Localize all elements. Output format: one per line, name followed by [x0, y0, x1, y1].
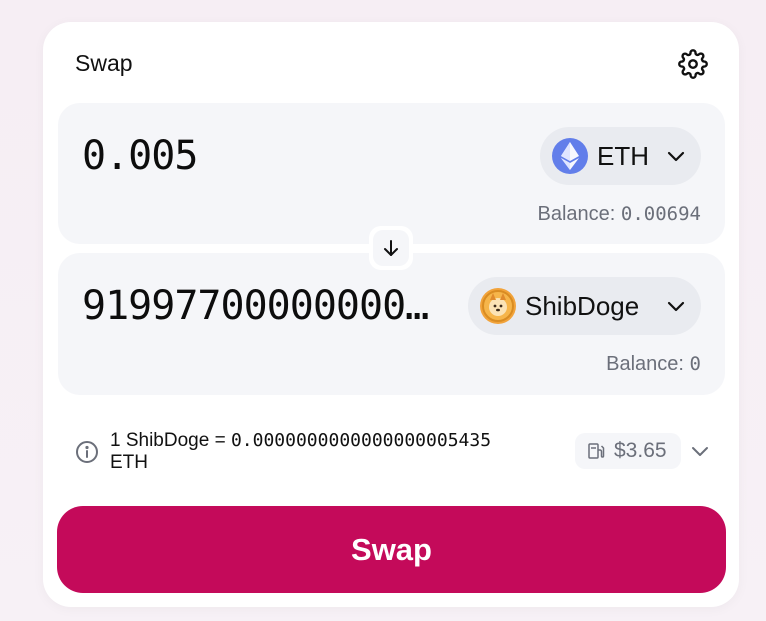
chevron-down-icon: [665, 295, 687, 317]
sell-token-selector[interactable]: ETH: [540, 127, 701, 185]
buy-balance-value: 0: [689, 353, 701, 375]
buy-token-selector[interactable]: ShibDoge: [468, 277, 701, 335]
sell-balance: Balance: 0.00694: [538, 203, 701, 226]
exchange-rate[interactable]: 1 ShibDoge = 0.0000000000000000005435 ET…: [110, 430, 565, 474]
sell-token-symbol: ETH: [597, 140, 649, 171]
gas-pump-icon: [588, 443, 605, 459]
swap-card: Swap 0.005 ETH Balance: 0.00694 91997700…: [43, 22, 739, 607]
switch-tokens-button[interactable]: [373, 230, 409, 266]
buy-panel: 9199770000000000000000000 ShibDoge Balan…: [58, 253, 725, 395]
gear-icon: [678, 49, 708, 79]
flip-container: [369, 226, 413, 270]
gas-value: $3.65: [614, 439, 667, 462]
rate-prefix: 1 ShibDoge =: [110, 430, 231, 451]
buy-amount-input[interactable]: 9199770000000000000000000: [82, 283, 442, 329]
rate-unit: ETH: [110, 452, 148, 473]
swap-button[interactable]: Swap: [57, 506, 726, 593]
chevron-down-icon: [665, 145, 687, 167]
sell-balance-value: 0.00694: [620, 203, 701, 225]
buy-balance-label: Balance:: [606, 353, 684, 375]
buy-balance: Balance: 0: [606, 353, 701, 376]
sell-amount-input[interactable]: 0.005: [82, 133, 198, 179]
chevron-down-icon[interactable]: [689, 440, 711, 462]
sell-balance-label: Balance:: [537, 203, 616, 225]
shibdoge-logo-icon: [480, 288, 516, 324]
gas-estimate[interactable]: $3.65: [575, 433, 681, 469]
buy-token-symbol: ShibDoge: [525, 290, 640, 321]
rate-value: 0.0000000000000000005435: [230, 430, 492, 451]
page-title: Swap: [75, 50, 133, 76]
arrow-down-icon: [384, 240, 398, 256]
settings-button[interactable]: [676, 47, 710, 81]
info-icon: [76, 441, 98, 463]
sell-panel: 0.005 ETH Balance: 0.00694: [58, 103, 725, 244]
rate-row: 1 ShibDoge = 0.0000000000000000005435 ET…: [75, 430, 715, 480]
eth-logo-icon: [552, 138, 588, 174]
